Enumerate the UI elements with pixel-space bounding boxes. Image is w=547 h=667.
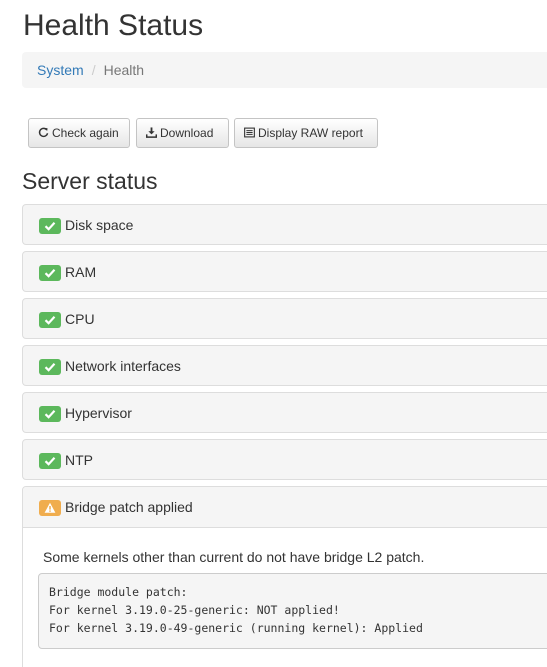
- download-label: Download: [160, 126, 214, 140]
- check-again-label: Check again: [52, 126, 119, 140]
- page-title: Health Status: [23, 9, 204, 42]
- check-icon: [44, 222, 56, 231]
- display-raw-report-button[interactable]: Display RAW report: [234, 118, 378, 148]
- status-panel-label: Network interfaces: [65, 358, 181, 374]
- warning-icon: [44, 502, 56, 513]
- status-ok-badge: [39, 406, 61, 422]
- list-alt-icon: [244, 127, 255, 138]
- status-ok-badge: [39, 218, 61, 234]
- status-ok-badge: [39, 312, 61, 328]
- status-details-output: Bridge module patch: For kernel 3.19.0-2…: [38, 573, 547, 649]
- server-status-heading: Server status: [22, 168, 158, 194]
- breadcrumb-current-health: Health: [103, 62, 145, 78]
- check-icon: [44, 269, 56, 278]
- display-raw-report-label: Display RAW report: [258, 126, 363, 140]
- status-panel-label: NTP: [65, 452, 93, 468]
- status-panel-bridge-patch: Bridge patch applied Some kernels other …: [22, 486, 547, 667]
- refresh-icon: [38, 127, 49, 138]
- status-panel-ram[interactable]: RAM: [22, 251, 547, 292]
- status-panel-disk-space[interactable]: Disk space: [22, 204, 547, 245]
- download-icon: [146, 127, 157, 138]
- status-message: Some kernels other than current do not h…: [43, 549, 425, 565]
- status-panel-label: Disk space: [65, 217, 134, 233]
- check-again-button[interactable]: Check again: [28, 118, 130, 148]
- breadcrumb: System / Health: [22, 52, 547, 88]
- status-panel-label: Hypervisor: [65, 405, 132, 421]
- status-ok-badge: [39, 265, 61, 281]
- status-panel-label: Bridge patch applied: [65, 499, 193, 515]
- status-panel-ntp[interactable]: NTP: [22, 439, 547, 480]
- health-status-page: Health Status System / Health Check again …: [0, 0, 547, 667]
- status-warning-badge: [39, 500, 61, 516]
- breadcrumb-separator: /: [91, 62, 96, 78]
- download-button[interactable]: Download: [136, 118, 229, 148]
- status-panel-label: CPU: [65, 311, 95, 327]
- status-ok-badge: [39, 359, 61, 375]
- status-ok-badge: [39, 453, 61, 469]
- check-icon: [44, 457, 56, 466]
- breadcrumb-link-system[interactable]: System: [37, 62, 84, 78]
- status-panel-network-interfaces[interactable]: Network interfaces: [22, 345, 547, 386]
- status-panel-label: RAM: [65, 264, 97, 280]
- check-icon: [44, 363, 56, 372]
- status-panel-header[interactable]: Bridge patch applied: [23, 487, 547, 528]
- check-icon: [44, 316, 56, 325]
- check-icon: [44, 410, 56, 419]
- status-panel-cpu[interactable]: CPU: [22, 298, 547, 339]
- status-panel-hypervisor[interactable]: Hypervisor: [22, 392, 547, 433]
